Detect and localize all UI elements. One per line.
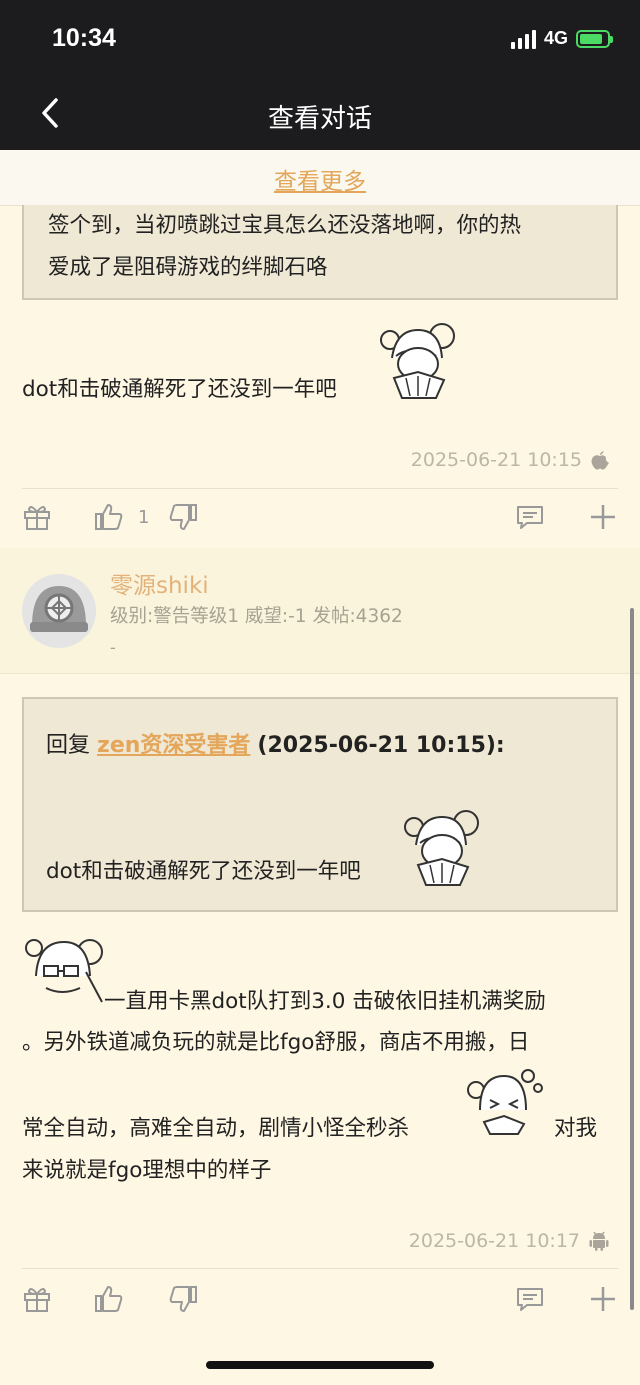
post-body-line: 对我 xyxy=(554,1116,598,1141)
status-time: 10:34 xyxy=(52,24,116,52)
thumbs-down-icon[interactable] xyxy=(168,502,198,532)
network-type: 4G xyxy=(543,28,568,48)
quote-line: 签个到，当初喷跳过宝具怎么还没落地啊，你的热 xyxy=(48,213,522,238)
comment-icon[interactable] xyxy=(515,1284,545,1314)
thumbs-up-icon[interactable] xyxy=(94,502,124,532)
timestamp-text: 2025-06-21 10:17 xyxy=(408,1230,580,1252)
plus-icon[interactable] xyxy=(588,502,618,532)
gift-icon[interactable] xyxy=(22,1284,52,1314)
sticker-image xyxy=(467,1069,543,1135)
like-count: 1 xyxy=(138,507,150,528)
post-body-line: 来说就是fgo理想中的样子 xyxy=(22,1158,272,1183)
signal-icon xyxy=(510,29,536,49)
thumbs-up-icon[interactable] xyxy=(94,1284,124,1314)
reply-prefix: 回复 xyxy=(46,733,91,758)
timestamp-text: 2025-06-21 10:15 xyxy=(410,449,582,471)
sticker-image xyxy=(404,810,479,886)
comment-icon[interactable] xyxy=(515,502,545,532)
quote-body: dot和击破通解死了还没到一年吧 xyxy=(46,859,361,884)
post-timestamp: 2025-06-21 10:15 xyxy=(411,449,610,471)
post-body-line: 一直用卡黑dot队打到3.0 击破依旧挂机满奖励 xyxy=(104,989,546,1014)
status-bar: 10:34 4G xyxy=(0,0,640,80)
status-indicators: 4G xyxy=(510,28,613,49)
reply-header: 回复 zen资深受害者 (2025-06-21 10:15): xyxy=(46,727,505,759)
action-bar xyxy=(0,1270,640,1326)
divider xyxy=(22,1268,618,1269)
quote-line: 爱成了是阻碍游戏的绊脚石咯 xyxy=(48,255,328,280)
apple-icon xyxy=(591,451,609,470)
post-body-line: 。另外铁道减负玩的就是比fgo舒服，商店不用搬，日 xyxy=(22,1030,530,1055)
user-meta: 级别:警告等级1 威望:-1 发帖:4362 xyxy=(110,606,403,627)
user-signature: - xyxy=(110,638,116,657)
thumbs-down-icon[interactable] xyxy=(168,1284,198,1314)
avatar[interactable] xyxy=(22,574,96,648)
quote-block: 回复 zen资深受害者 (2025-06-21 10:15): dot和击破通解… xyxy=(22,697,618,912)
gift-icon[interactable] xyxy=(22,502,52,532)
username[interactable]: 零源shiki xyxy=(110,566,209,600)
quote-block: 签个到，当初喷跳过宝具怎么还没落地啊，你的热 爱成了是阻碍游戏的绊脚石咯 xyxy=(22,205,618,300)
reply-user-link[interactable]: zen资深受害者 xyxy=(97,733,250,758)
view-more-link[interactable]: 查看更多 xyxy=(274,162,366,196)
action-bar: 1 xyxy=(0,490,640,546)
nav-bar: 查看对话 xyxy=(0,80,640,150)
divider xyxy=(22,488,618,489)
diving-helmet-avatar xyxy=(22,574,96,648)
page-title: 查看对话 xyxy=(267,104,372,134)
sticker-image xyxy=(25,939,103,1003)
android-icon xyxy=(589,1231,609,1251)
plus-icon[interactable] xyxy=(588,1284,618,1314)
user-header: 零源shiki 级别:警告等级1 威望:-1 发帖:4362 - xyxy=(0,548,640,674)
scrollbar[interactable] xyxy=(630,608,634,1310)
post-body: dot和击破通解死了还没到一年吧 xyxy=(22,377,337,402)
home-indicator[interactable] xyxy=(206,1361,434,1369)
post-body-line: 常全自动，高难全自动，剧情小怪全秒杀 xyxy=(22,1116,410,1141)
battery-icon xyxy=(576,29,613,48)
post-timestamp: 2025-06-21 10:17 xyxy=(409,1230,610,1252)
reply-time: (2025-06-21 10:15): xyxy=(257,733,505,758)
view-more-bar: 查看更多 xyxy=(0,150,640,206)
sticker-image xyxy=(380,323,455,399)
